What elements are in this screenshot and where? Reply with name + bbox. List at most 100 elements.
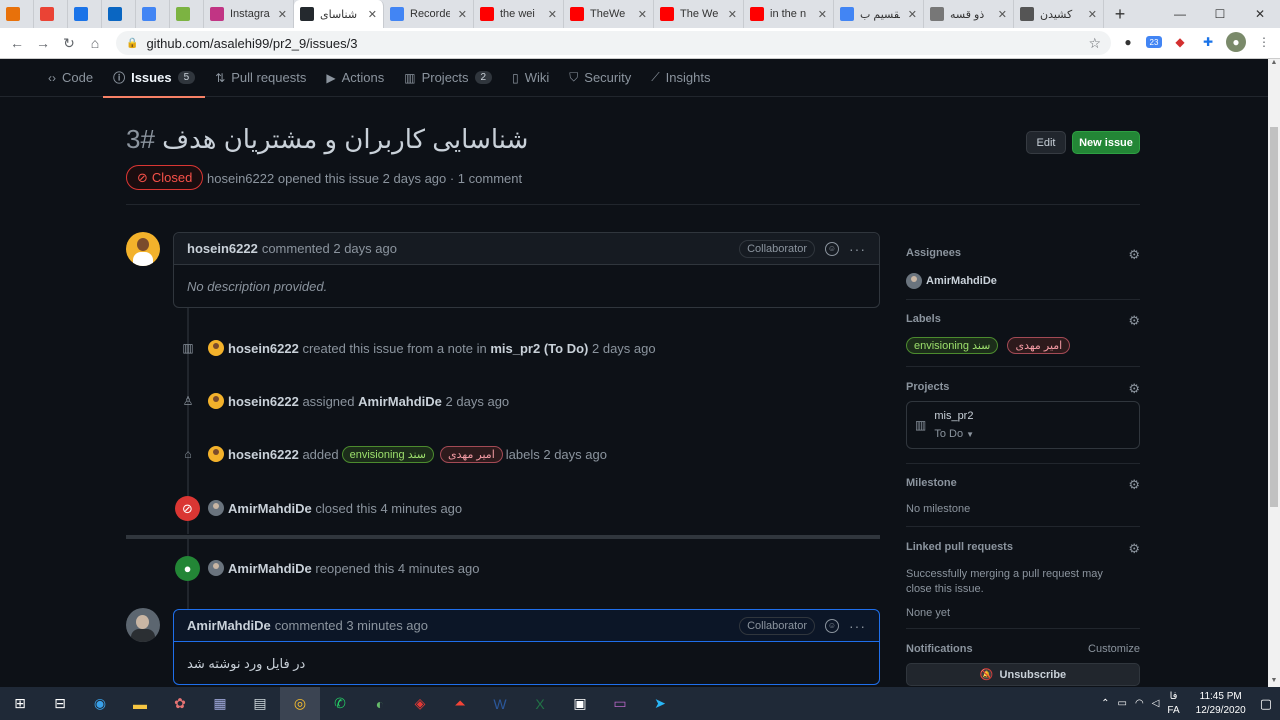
comment-time[interactable]: commented 3 minutes ago bbox=[275, 618, 428, 633]
browser-tab[interactable]: the wei ✕ bbox=[474, 0, 564, 28]
gear-icon[interactable]: ⚙ bbox=[1128, 313, 1140, 329]
event-time[interactable]: 2 days ago bbox=[446, 394, 510, 409]
tab-close-icon[interactable]: ✕ bbox=[458, 8, 467, 21]
back-icon[interactable]: ← bbox=[4, 35, 30, 51]
browser-tab[interactable] bbox=[0, 0, 34, 28]
gear-icon[interactable]: ⚙ bbox=[1128, 541, 1140, 557]
tab-close-icon[interactable]: ✕ bbox=[908, 8, 917, 21]
tab-close-icon[interactable]: ✕ bbox=[818, 8, 827, 21]
browser-tab[interactable]: Instagra ✕ bbox=[204, 0, 294, 28]
comment-time[interactable]: commented 2 days ago bbox=[262, 241, 397, 256]
label-badge[interactable]: امیر مهدی bbox=[1007, 337, 1071, 354]
browser-tab[interactable] bbox=[68, 0, 102, 28]
whatsapp-icon[interactable]: ✆ bbox=[320, 687, 360, 720]
customize-link[interactable]: Customize bbox=[1088, 643, 1140, 655]
event-project-link[interactable]: mis_pr2 bbox=[490, 341, 540, 356]
extension-icon[interactable]: ◆ bbox=[1170, 32, 1190, 52]
event-time[interactable]: 4 minutes ago bbox=[380, 501, 462, 516]
tab-close-icon[interactable]: ✕ bbox=[728, 8, 737, 21]
address-bar[interactable]: 🔒 github.com/asalehi99/pr2_9/issues/3 ☆ bbox=[116, 31, 1111, 55]
comment-author[interactable]: AmirMahdiDe bbox=[187, 618, 271, 633]
extension-icon[interactable]: ● bbox=[1118, 32, 1138, 52]
event-actor[interactable]: hosein6222 bbox=[228, 341, 299, 356]
avatar[interactable] bbox=[208, 446, 224, 462]
chrome-icon[interactable]: ◎ bbox=[280, 687, 320, 720]
word-icon[interactable]: W bbox=[480, 687, 520, 720]
maximize-icon[interactable]: ☐ bbox=[1200, 0, 1240, 28]
tab-wiki[interactable]: ▯ Wiki bbox=[502, 59, 559, 97]
menu-icon[interactable]: ⋮ bbox=[1254, 32, 1274, 52]
avatar[interactable] bbox=[126, 232, 160, 266]
tab-code[interactable]: ‹› Code bbox=[38, 59, 103, 97]
event-time[interactable]: 2 days ago bbox=[592, 341, 656, 356]
profile-avatar[interactable]: ● bbox=[1226, 32, 1246, 52]
event-actor[interactable]: hosein6222 bbox=[228, 394, 299, 409]
app-icon[interactable]: ◈ bbox=[400, 687, 440, 720]
app-icon[interactable]: ▤ bbox=[240, 687, 280, 720]
assignee-link[interactable]: AmirMahdiDe bbox=[926, 275, 997, 287]
task-view-icon[interactable]: ⊟ bbox=[40, 687, 80, 720]
browser-tab[interactable] bbox=[102, 0, 136, 28]
windows-start-icon[interactable]: ⊞ bbox=[0, 687, 40, 720]
app-icon[interactable]: ✿ bbox=[160, 687, 200, 720]
avatar[interactable] bbox=[208, 560, 224, 576]
browser-tab[interactable]: TheWe ✕ bbox=[564, 0, 654, 28]
event-time[interactable]: 4 minutes ago bbox=[398, 561, 480, 576]
excel-icon[interactable]: X bbox=[520, 687, 560, 720]
label-badge[interactable]: امیر مهدی bbox=[440, 445, 503, 463]
label-badge[interactable]: envisioning سند bbox=[906, 337, 999, 354]
file-explorer-icon[interactable]: ▬ bbox=[120, 687, 160, 720]
unsubscribe-button[interactable]: 🔕 Unsubscribe bbox=[906, 663, 1140, 686]
language-indicator[interactable]: فا FA bbox=[1167, 690, 1179, 718]
volume-icon[interactable]: ◁ bbox=[1152, 698, 1160, 709]
event-time[interactable]: 2 days ago bbox=[543, 447, 607, 462]
app-icon[interactable]: ▭ bbox=[600, 687, 640, 720]
browser-tab[interactable]: تقسیم ب ✕ bbox=[834, 0, 924, 28]
acrobat-icon[interactable]: ⏶ bbox=[440, 687, 480, 720]
edge-icon[interactable]: ◉ bbox=[80, 687, 120, 720]
puzzle-icon[interactable]: ✚ bbox=[1198, 32, 1218, 52]
telegram-icon[interactable]: ➤ bbox=[640, 687, 680, 720]
comment-author[interactable]: hosein6222 bbox=[187, 241, 258, 256]
more-options-icon[interactable]: ··· bbox=[849, 241, 866, 257]
event-assignee-link[interactable]: AmirMahdiDe bbox=[358, 394, 442, 409]
app-icon[interactable]: ◐ bbox=[360, 687, 400, 720]
tab-insights[interactable]: ⟋ Insights bbox=[641, 59, 720, 97]
browser-tab[interactable]: in the n ✕ bbox=[744, 0, 834, 28]
browser-tab[interactable] bbox=[34, 0, 68, 28]
new-tab-button[interactable]: + bbox=[1108, 2, 1132, 26]
tab-issues[interactable]: ⓘ Issues 5 bbox=[103, 59, 206, 98]
page-scrollbar[interactable]: ▲ ▼ bbox=[1268, 59, 1280, 687]
issue-author-link[interactable]: hosein6222 bbox=[207, 171, 274, 186]
gear-icon[interactable]: ⚙ bbox=[1128, 477, 1140, 493]
tab-projects[interactable]: ▥ Projects 2 bbox=[394, 59, 502, 97]
event-actor[interactable]: AmirMahdiDe bbox=[228, 501, 312, 516]
event-actor[interactable]: hosein6222 bbox=[228, 447, 299, 462]
tab-close-icon[interactable]: ✕ bbox=[638, 8, 647, 21]
tab-actions[interactable]: ▶ Actions bbox=[316, 59, 394, 97]
home-icon[interactable]: ⌂ bbox=[82, 35, 108, 51]
new-issue-button[interactable]: New issue bbox=[1072, 131, 1140, 154]
browser-tab[interactable]: کشیدن ✕ bbox=[1014, 0, 1104, 28]
tab-close-icon[interactable]: ✕ bbox=[368, 8, 377, 21]
extension-badge[interactable]: 23 bbox=[1146, 36, 1162, 48]
tab-close-icon[interactable]: ✕ bbox=[1088, 8, 1097, 21]
notification-icon[interactable]: ▢ bbox=[1260, 696, 1272, 712]
tab-close-icon[interactable]: ✕ bbox=[548, 8, 557, 21]
scroll-down-icon[interactable]: ▼ bbox=[1268, 677, 1280, 687]
clock[interactable]: 11:45 PM 12/29/2020 bbox=[1196, 690, 1246, 718]
avatar[interactable] bbox=[208, 340, 224, 356]
minimize-icon[interactable]: — bbox=[1160, 0, 1200, 28]
browser-tab[interactable]: ذو قسه ✕ bbox=[924, 0, 1014, 28]
smiley-icon[interactable]: ☺ bbox=[825, 241, 839, 256]
forward-icon[interactable]: → bbox=[30, 35, 56, 51]
scrollbar-thumb[interactable] bbox=[1270, 127, 1278, 507]
avatar[interactable] bbox=[126, 608, 160, 642]
tab-security[interactable]: ⛉ Security bbox=[559, 59, 641, 97]
event-actor[interactable]: AmirMahdiDe bbox=[228, 561, 312, 576]
avatar[interactable] bbox=[906, 273, 922, 289]
reload-icon[interactable]: ↻ bbox=[56, 35, 82, 52]
browser-tab[interactable]: شناسای ✕ bbox=[294, 0, 384, 28]
bookmark-star-icon[interactable]: ☆ bbox=[1088, 35, 1101, 52]
wifi-icon[interactable]: ◠ bbox=[1135, 698, 1144, 709]
